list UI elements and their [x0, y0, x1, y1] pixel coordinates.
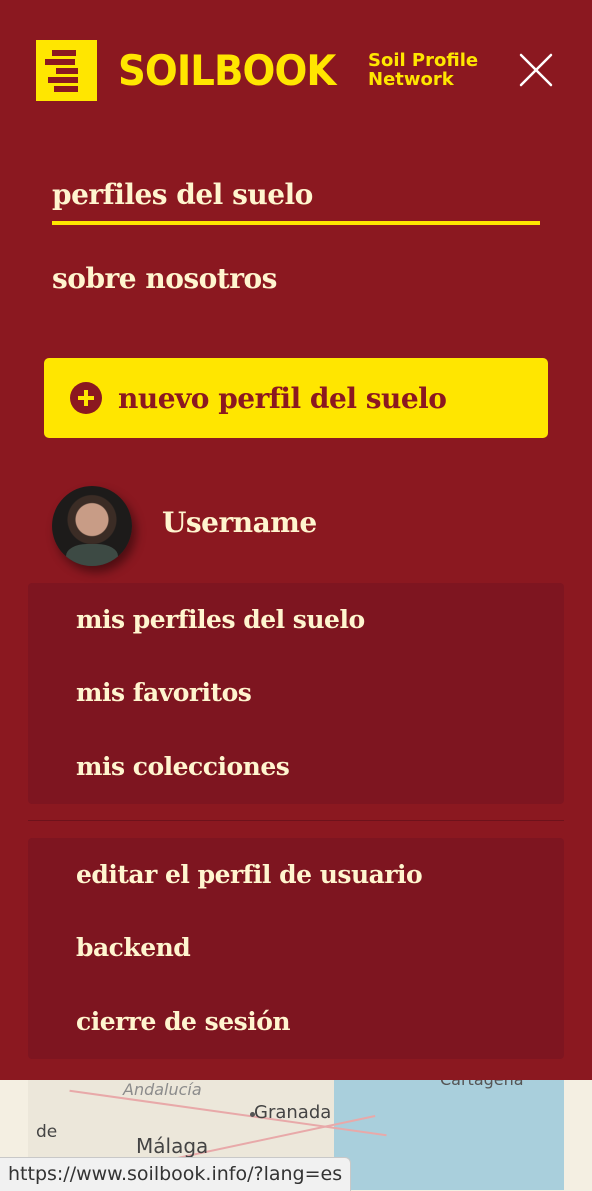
status-bar-url: https://www.soilbook.info/?lang=es: [0, 1157, 352, 1191]
menu-item-my-soil-profiles[interactable]: mis perfiles del suelo: [76, 605, 365, 634]
menu-item-my-collections[interactable]: mis colecciones: [76, 752, 290, 781]
close-icon[interactable]: [516, 50, 556, 90]
page-background: [564, 1072, 592, 1190]
brand-tagline: Soil Profile Network: [368, 51, 478, 89]
mobile-menu-panel: SOILBOOK Soil Profile Network perfiles d…: [0, 0, 592, 1080]
nav-about-us[interactable]: sobre nosotros: [52, 262, 277, 295]
account-links-group: editar el perfil de usuario backend cier…: [28, 838, 564, 1059]
map-label-andalucia: Andalucía: [123, 1080, 202, 1099]
plus-circle-icon: [70, 382, 102, 414]
user-links-group: mis perfiles del suelo mis favoritos mis…: [28, 583, 564, 804]
active-nav-underline: [52, 221, 540, 225]
tagline-line2: Network: [368, 69, 454, 90]
map-label-granada: Granada: [254, 1102, 332, 1123]
new-soil-profile-label: nuevo perfil del suelo: [118, 381, 447, 415]
tagline-line1: Soil Profile: [368, 50, 479, 71]
brand-name[interactable]: SOILBOOK: [118, 46, 336, 96]
menu-item-backend[interactable]: backend: [76, 933, 191, 962]
map-label-de: de: [36, 1122, 58, 1142]
new-soil-profile-button[interactable]: nuevo perfil del suelo: [44, 358, 548, 438]
nav-soil-profiles[interactable]: perfiles del suelo: [52, 178, 313, 211]
avatar[interactable]: [52, 486, 132, 566]
menu-item-logout[interactable]: cierre de sesión: [76, 1007, 291, 1036]
soilbook-logo-icon[interactable]: [36, 40, 97, 101]
map-label-malaga: Málaga: [136, 1134, 209, 1158]
menu-item-edit-profile[interactable]: editar el perfil de usuario: [76, 860, 423, 889]
menu-divider: [28, 820, 564, 821]
username[interactable]: Username: [162, 506, 317, 539]
menu-item-my-favorites[interactable]: mis favoritos: [76, 678, 252, 707]
